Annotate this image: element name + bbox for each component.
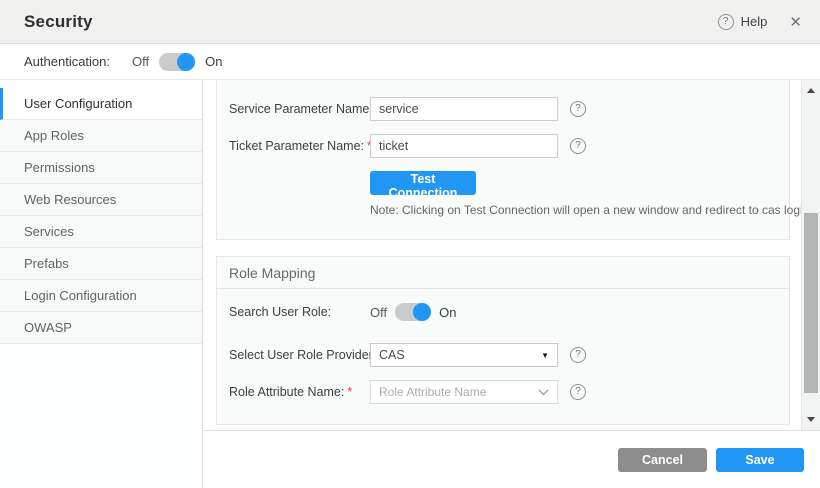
chevron-down-icon xyxy=(538,389,549,396)
sidebar-item-permissions[interactable]: Permissions xyxy=(0,152,202,184)
service-parameter-row: Service Parameter Name:* ? xyxy=(217,97,789,121)
authentication-toggle-knob xyxy=(177,53,195,71)
cas-parameters-panel: Service Parameter Name:* ? Ticket Parame… xyxy=(216,80,790,240)
authentication-on-label: On xyxy=(205,54,222,69)
title-bar-actions: ? Help ✕ xyxy=(718,13,802,31)
required-asterisk: * xyxy=(347,385,352,399)
title-bar: Security ? Help ✕ xyxy=(0,0,820,44)
scroll-down-arrow-icon[interactable] xyxy=(807,417,815,422)
test-connection-button[interactable]: Test Connection xyxy=(370,171,476,195)
service-parameter-help-icon[interactable]: ? xyxy=(570,101,586,117)
ticket-parameter-input[interactable] xyxy=(370,134,558,158)
search-user-role-label: Search User Role: xyxy=(229,300,331,324)
role-provider-label: Select User Role Provider: xyxy=(229,343,376,367)
scroll-up-arrow-icon[interactable] xyxy=(807,88,815,93)
ticket-parameter-row: Ticket Parameter Name:* ? xyxy=(217,134,789,158)
save-button[interactable]: Save xyxy=(716,448,804,472)
scrollbar-thumb[interactable] xyxy=(804,213,818,393)
search-user-role-off-label: Off xyxy=(370,305,387,320)
sidebar-item-app-roles[interactable]: App Roles xyxy=(0,120,202,152)
role-provider-select[interactable]: CAS ▼ xyxy=(370,343,558,367)
help-circle-icon[interactable]: ? xyxy=(718,14,734,30)
service-parameter-label: Service Parameter Name:* xyxy=(229,97,381,121)
authentication-toggle[interactable] xyxy=(159,53,195,71)
role-attribute-combobox[interactable] xyxy=(370,380,558,404)
role-mapping-panel: Role Mapping Search User Role: Off On Se… xyxy=(216,256,790,425)
role-attribute-label: Role Attribute Name:* xyxy=(229,380,352,404)
role-attribute-help-icon[interactable]: ? xyxy=(570,384,586,400)
role-attribute-input[interactable] xyxy=(379,385,534,399)
search-user-role-toggle-knob xyxy=(413,303,431,321)
authentication-label: Authentication: xyxy=(24,54,110,69)
ticket-parameter-help-icon[interactable]: ? xyxy=(570,138,586,154)
ticket-parameter-label: Ticket Parameter Name:* xyxy=(229,134,372,158)
page-title: Security xyxy=(24,12,93,32)
close-icon[interactable]: ✕ xyxy=(789,13,802,31)
search-user-role-row: Search User Role: Off On xyxy=(217,300,789,324)
dropdown-caret-icon: ▼ xyxy=(541,351,549,360)
role-attribute-row: Role Attribute Name:* ? xyxy=(217,380,789,404)
help-link[interactable]: Help xyxy=(741,14,768,29)
sidebar-item-services[interactable]: Services xyxy=(0,216,202,248)
authentication-off-label: Off xyxy=(132,54,149,69)
sidebar-item-owasp[interactable]: OWASP xyxy=(0,312,202,344)
service-parameter-input[interactable] xyxy=(370,97,558,121)
sidebar-item-login-configuration[interactable]: Login Configuration xyxy=(0,280,202,312)
test-connection-note: Note: Clicking on Test Connection will o… xyxy=(370,203,809,217)
search-user-role-toggle-group: Off On xyxy=(370,300,456,324)
role-mapping-title: Role Mapping xyxy=(229,265,315,281)
authentication-bar: Authentication: Off On xyxy=(0,44,820,80)
role-provider-row: Select User Role Provider: CAS ▼ ? xyxy=(217,343,789,367)
sidebar-item-prefabs[interactable]: Prefabs xyxy=(0,248,202,280)
footer-divider xyxy=(203,430,820,431)
role-provider-help-icon[interactable]: ? xyxy=(570,347,586,363)
security-dialog: Security ? Help ✕ Authentication: Off On… xyxy=(0,0,820,488)
sidebar-item-web-resources[interactable]: Web Resources xyxy=(0,184,202,216)
vertical-scrollbar[interactable] xyxy=(801,80,820,430)
search-user-role-on-label: On xyxy=(439,305,456,320)
settings-sidebar: User Configuration App Roles Permissions… xyxy=(0,80,203,488)
search-user-role-toggle[interactable] xyxy=(395,303,431,321)
role-provider-selected-value: CAS xyxy=(379,348,405,362)
cancel-button[interactable]: Cancel xyxy=(618,448,707,472)
sidebar-item-user-configuration[interactable]: User Configuration xyxy=(0,88,202,120)
role-mapping-header: Role Mapping xyxy=(217,257,789,289)
